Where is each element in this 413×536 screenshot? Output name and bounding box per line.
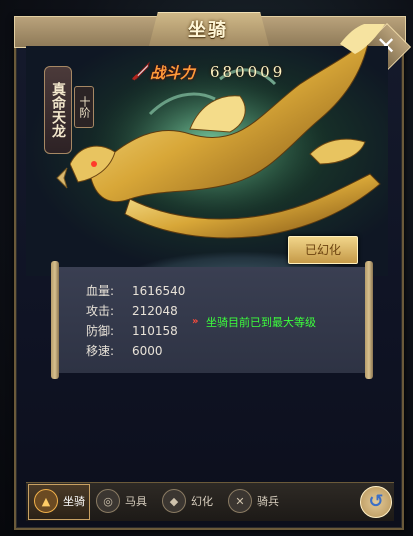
transform-icon: ◆ xyxy=(162,489,186,513)
stat-label: 血量: xyxy=(86,284,115,298)
stat-row: 防御: 110158 xyxy=(86,322,178,339)
stat-label: 防御: xyxy=(86,324,115,338)
tab-label: 坐骑 xyxy=(63,495,85,508)
scroll-roll-left xyxy=(51,261,59,379)
tab-saddle[interactable]: ◎ 马具 xyxy=(96,484,147,518)
stat-row: 血量: 1616540 xyxy=(86,282,185,299)
double-arrow-icon: » xyxy=(192,316,199,327)
stat-label: 攻击: xyxy=(86,304,115,318)
back-button[interactable]: ↺ xyxy=(360,486,392,518)
mount-name: 真命天龙 xyxy=(44,66,72,154)
tab-label: 马具 xyxy=(125,495,147,508)
previous-arrow-icon[interactable] xyxy=(54,166,70,190)
stat-value: 212048 xyxy=(132,304,178,318)
transformed-button[interactable]: 已幻化 xyxy=(288,236,358,264)
stat-row: 移速: 6000 xyxy=(86,342,163,359)
combat-power: 战斗力 680009 xyxy=(130,60,290,82)
back-arrow-icon: ↺ xyxy=(368,491,384,512)
stat-value: 110158 xyxy=(132,324,178,338)
combat-power-label: 战斗力 xyxy=(150,64,196,82)
cavalry-icon: ✕ xyxy=(228,489,252,513)
mount-rank: 十阶 xyxy=(74,86,94,128)
tab-mount[interactable]: ▲ 坐骑 xyxy=(34,484,85,518)
max-level-message: 坐骑目前已到最大等级 xyxy=(206,316,316,329)
stat-value: 1616540 xyxy=(132,284,186,298)
scroll-roll-right xyxy=(365,261,373,379)
stat-label: 移速: xyxy=(86,344,115,358)
tab-label: 骑兵 xyxy=(257,495,279,508)
mount-icon: ▲ xyxy=(34,489,58,513)
combat-power-value: 680009 xyxy=(210,63,286,81)
tab-label: 幻化 xyxy=(191,495,213,508)
stat-value: 6000 xyxy=(132,344,163,358)
saddle-icon: ◎ xyxy=(96,489,120,513)
tab-cavalry[interactable]: ✕ 骑兵 xyxy=(228,484,279,518)
stat-row: 攻击: 212048 xyxy=(86,302,178,319)
sword-icon xyxy=(131,61,150,81)
tab-transform[interactable]: ◆ 幻化 xyxy=(162,484,213,518)
